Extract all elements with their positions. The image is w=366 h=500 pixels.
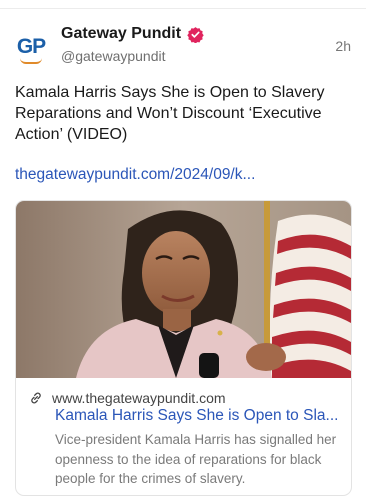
card-meta: www.thegatewaypundit.com Kamala Harris S… <box>16 378 351 495</box>
link-icon <box>31 392 41 404</box>
avatar[interactable]: GP <box>10 28 52 70</box>
logo-swoosh <box>20 58 42 64</box>
card-domain: www.thegatewaypundit.com <box>52 390 226 406</box>
top-divider <box>0 8 366 9</box>
post-time[interactable]: 2h <box>335 38 351 54</box>
verified-badge-icon <box>187 26 204 43</box>
article-image[interactable] <box>16 201 351 378</box>
post-link[interactable]: thegatewaypundit.com/2024/09/k... <box>15 166 255 184</box>
card-description: Vice-president Kamala Harris has signall… <box>55 432 337 486</box>
link-preview-card[interactable]: www.thegatewaypundit.com Kamala Harris S… <box>15 200 352 496</box>
avatar-logo-text: GP <box>16 35 46 58</box>
card-title[interactable]: Kamala Harris Says She is Open to Sla... <box>55 407 345 425</box>
domain-row: www.thegatewaypundit.com <box>28 390 226 406</box>
author-row: Gateway Pundit <box>61 25 204 43</box>
post-text: Kamala Harris Says She is Open to Slaver… <box>15 84 325 143</box>
author-handle[interactable]: @gatewaypundit <box>61 48 166 64</box>
author-name[interactable]: Gateway Pundit <box>61 25 181 43</box>
